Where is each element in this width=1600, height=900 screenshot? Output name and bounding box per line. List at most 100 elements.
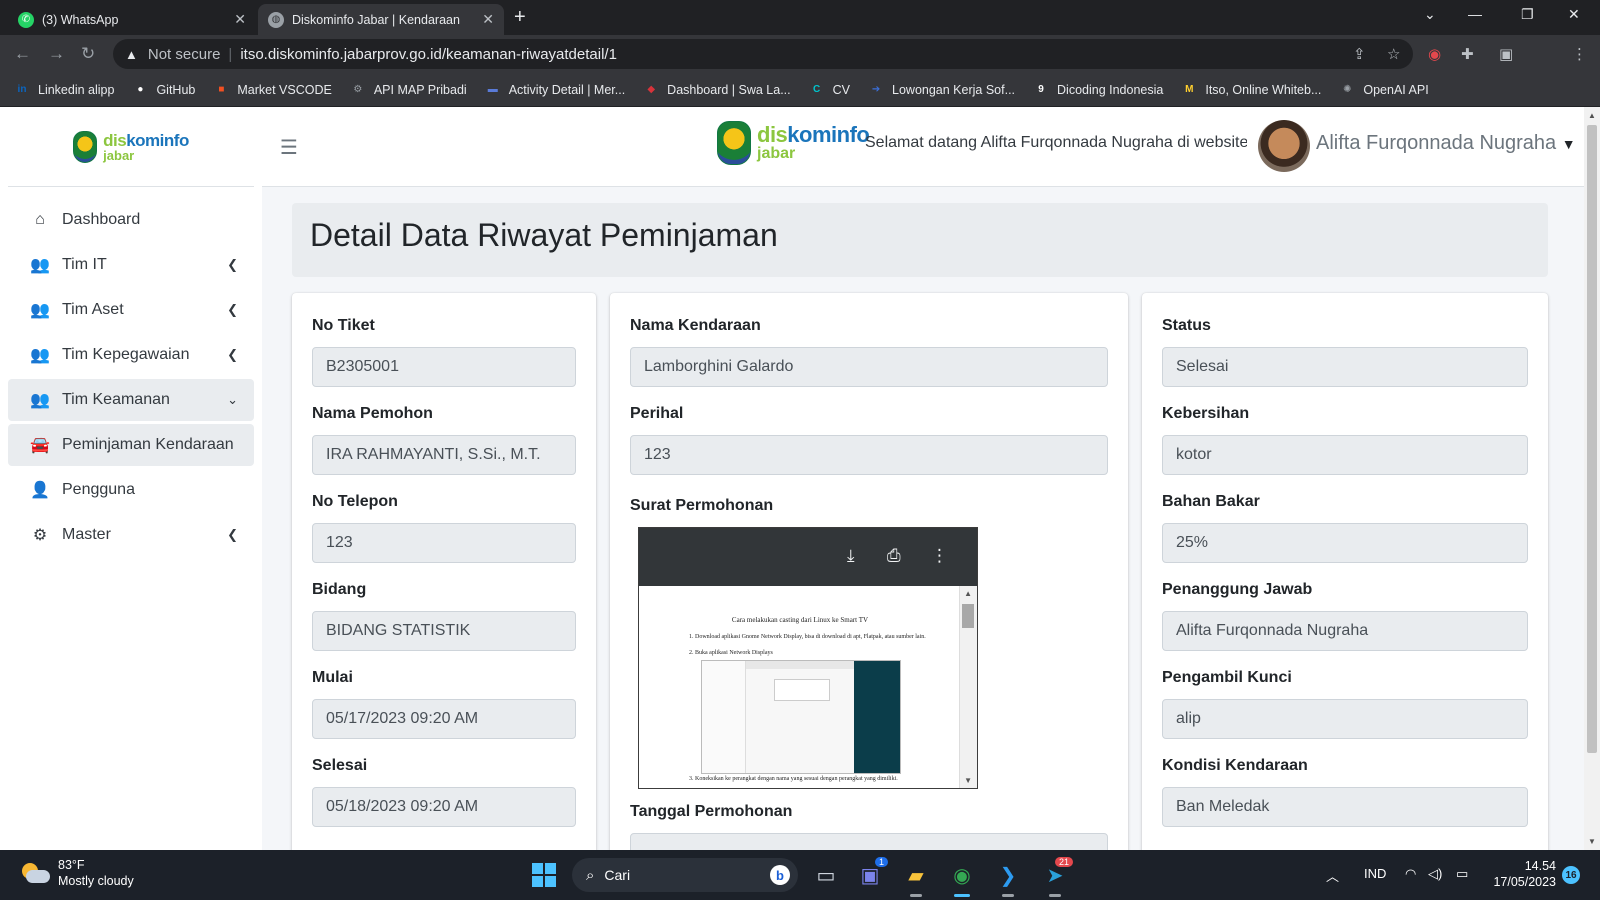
bookmark-item[interactable]: 9 Dicoding Indonesia	[1033, 82, 1163, 98]
pengambil-kunci-input[interactable]: alip	[1162, 699, 1528, 739]
chevron-down-icon[interactable]: ⌄	[1424, 6, 1436, 23]
status-input[interactable]: Selesai	[1162, 347, 1528, 387]
jabar-crest-icon	[717, 121, 751, 165]
reload-icon[interactable]: ↻	[81, 44, 95, 64]
taskbar-search[interactable]: ⌕ Cari b	[572, 858, 798, 892]
bing-icon[interactable]: b	[770, 865, 790, 885]
user-menu[interactable]: Alifta Furqonnada Nugraha ▼	[1316, 132, 1576, 155]
telegram-icon[interactable]: ➤ 21	[1040, 857, 1073, 897]
volume-icon[interactable]: ◁)	[1428, 866, 1442, 882]
chevron-left-icon: ❮	[227, 302, 238, 317]
sidebar-item-label: Dashboard	[62, 211, 141, 228]
tab-whatsapp[interactable]: ✆ (3) WhatsApp ✕	[8, 4, 256, 35]
sidebar-item-label: Tim Keamanan	[62, 391, 170, 408]
bookmark-item[interactable]: C CV	[809, 82, 850, 98]
sidebar-item-dashboard[interactable]: ⌂ Dashboard	[8, 199, 254, 241]
chrome-icon[interactable]: ◉	[947, 860, 977, 897]
sidebar-item-tim-it[interactable]: 👥 Tim IT ❮	[8, 244, 254, 286]
sidebar-item-tim-aset[interactable]: 👥 Tim Aset ❮	[8, 289, 254, 331]
file-explorer-icon[interactable]: ▰	[901, 860, 931, 897]
page-scrollbar[interactable]: ▲ ▼	[1584, 107, 1600, 850]
back-icon[interactable]: ←	[14, 44, 31, 64]
bahan-bakar-field: Bahan Bakar 25%	[1162, 493, 1528, 563]
bookmark-item[interactable]: ◆ Dashboard | Swa La...	[643, 82, 790, 98]
sidepanel-icon[interactable]: ▣	[1499, 45, 1513, 63]
forward-icon[interactable]: →	[48, 44, 65, 64]
no-tiket-input[interactable]: B2305001	[312, 347, 576, 387]
scroll-down-icon[interactable]: ▼	[964, 776, 972, 785]
nama-kendaraan-input[interactable]: Lamborghini Galardo	[630, 347, 1108, 387]
nama-pemohon-input[interactable]: IRA RAHMAYANTI, S.Si., M.T.	[312, 435, 576, 475]
more-vert-icon[interactable]: ⋮	[931, 546, 948, 566]
sidebar-item-tim-kepegawaian[interactable]: 👥 Tim Kepegawaian ❮	[8, 334, 254, 376]
main-content: Detail Data Riwayat Peminjaman Selesai 05…	[262, 187, 1584, 850]
bidang-input[interactable]: BIDANG STATISTIK	[312, 611, 576, 651]
bookmark-label: Market VSCODE	[237, 82, 332, 97]
address-bar[interactable]: ▲ Not secure | itso.diskominfo.jabarprov…	[113, 39, 1413, 69]
kondisi-kendaraan-input[interactable]: Ban Meledak	[1162, 787, 1528, 827]
windows-start-icon[interactable]	[532, 863, 556, 887]
bookmark-item[interactable]: ▬ Activity Detail | Mer...	[485, 82, 625, 98]
minimize-icon[interactable]: —	[1468, 6, 1482, 22]
new-tab-icon[interactable]: +	[514, 6, 526, 29]
openai-icon: ✺	[1343, 84, 1352, 95]
notification-badge[interactable]: 16	[1562, 866, 1580, 884]
bookmark-item[interactable]: ⚙ API MAP Pribadi	[350, 82, 466, 98]
scroll-thumb[interactable]	[1587, 125, 1597, 753]
bookmark-item[interactable]: in Linkedin alipp	[14, 82, 115, 98]
pdf-scroll-thumb[interactable]	[962, 604, 974, 628]
hamburger-icon[interactable]: ☰	[280, 135, 298, 160]
vscode-icon[interactable]: ❯	[993, 860, 1023, 897]
sidebar-item-tim-keamanan[interactable]: 👥 Tim Keamanan ⌄	[8, 379, 254, 421]
bookmark-item[interactable]: ✺ OpenAI API	[1339, 82, 1429, 98]
sidebar-item-pengguna[interactable]: 👤 Pengguna	[8, 469, 254, 511]
restore-icon[interactable]: ❐	[1521, 6, 1534, 23]
close-icon[interactable]: ✕	[482, 11, 494, 28]
tab-title: Diskominfo Jabar | Kendaraan	[292, 12, 460, 27]
teams-icon[interactable]: ▣ 1	[855, 857, 888, 890]
scroll-up-icon[interactable]: ▲	[964, 589, 972, 598]
language-indicator[interactable]: IND	[1364, 866, 1386, 881]
penanggung-jawab-input[interactable]: Alifta Furqonnada Nugraha	[1162, 611, 1528, 651]
menu-dots-icon[interactable]: ⋮	[1572, 45, 1587, 63]
tab-diskominfo[interactable]: ◍ Diskominfo Jabar | Kendaraan ✕	[258, 4, 504, 35]
search-icon: ⌕	[586, 866, 595, 884]
perihal-input[interactable]: 123	[630, 435, 1108, 475]
task-view-icon[interactable]: ▭	[811, 860, 841, 890]
bahan-bakar-input[interactable]: 25%	[1162, 523, 1528, 563]
bookmark-item[interactable]: ➔ Lowongan Kerja Sof...	[868, 82, 1015, 98]
close-window-icon[interactable]: ✕	[1568, 6, 1580, 23]
bookmark-item[interactable]: ■ Market VSCODE	[213, 82, 332, 98]
chevron-down-icon: ⌄	[227, 392, 238, 407]
bookmark-item[interactable]: M Itso, Online Whiteb...	[1181, 82, 1321, 98]
chevron-up-icon[interactable]: ︿	[1326, 866, 1339, 885]
battery-icon[interactable]: ▭	[1456, 866, 1468, 882]
close-icon[interactable]: ✕	[234, 11, 246, 28]
sidebar-brand[interactable]: diskominfo jabar	[8, 107, 254, 187]
sidebar-item-peminjaman-kendaraan[interactable]: 🚘 Peminjaman Kendaraan	[8, 424, 254, 466]
star-icon[interactable]: ☆	[1387, 45, 1400, 63]
pdf-viewer[interactable]: ⤓ ⎙ ⋮ Cara melakukan casting dari Linux …	[638, 527, 978, 789]
weather-widget[interactable]: 83°F Mostly cloudy	[20, 858, 134, 889]
user-avatar[interactable]	[1258, 120, 1310, 172]
clock[interactable]: 14.54 17/05/2023	[1480, 858, 1556, 891]
puzzle-icon[interactable]: ✚	[1461, 45, 1474, 63]
kebersihan-input[interactable]: kotor	[1162, 435, 1528, 475]
no-telepon-input[interactable]: 123	[312, 523, 576, 563]
share-icon[interactable]: ⇪	[1353, 45, 1366, 63]
scroll-down-icon[interactable]: ▼	[1588, 837, 1596, 846]
field-label: Mulai	[312, 669, 353, 686]
wifi-icon[interactable]: ◠	[1405, 866, 1416, 882]
gear-icon: ⚙	[353, 84, 363, 95]
mulai-input[interactable]: 05/17/2023 09:20 AM	[312, 699, 576, 739]
tanggal-permohonan-input[interactable]	[630, 833, 1108, 850]
selesai-input[interactable]: 05/18/2023 09:20 AM	[312, 787, 576, 827]
field-label: Surat Permohonan	[630, 497, 774, 514]
bookmark-label: Linkedin alipp	[38, 82, 115, 97]
extension-eye-icon[interactable]: ◉	[1428, 45, 1441, 63]
bookmark-item[interactable]: ● GitHub	[132, 82, 195, 98]
sidebar-item-master[interactable]: ⚙ Master ❮	[8, 514, 254, 556]
print-icon[interactable]: ⎙	[887, 546, 901, 566]
download-icon[interactable]: ⤓	[847, 546, 855, 566]
scroll-up-icon[interactable]: ▲	[1588, 111, 1596, 120]
